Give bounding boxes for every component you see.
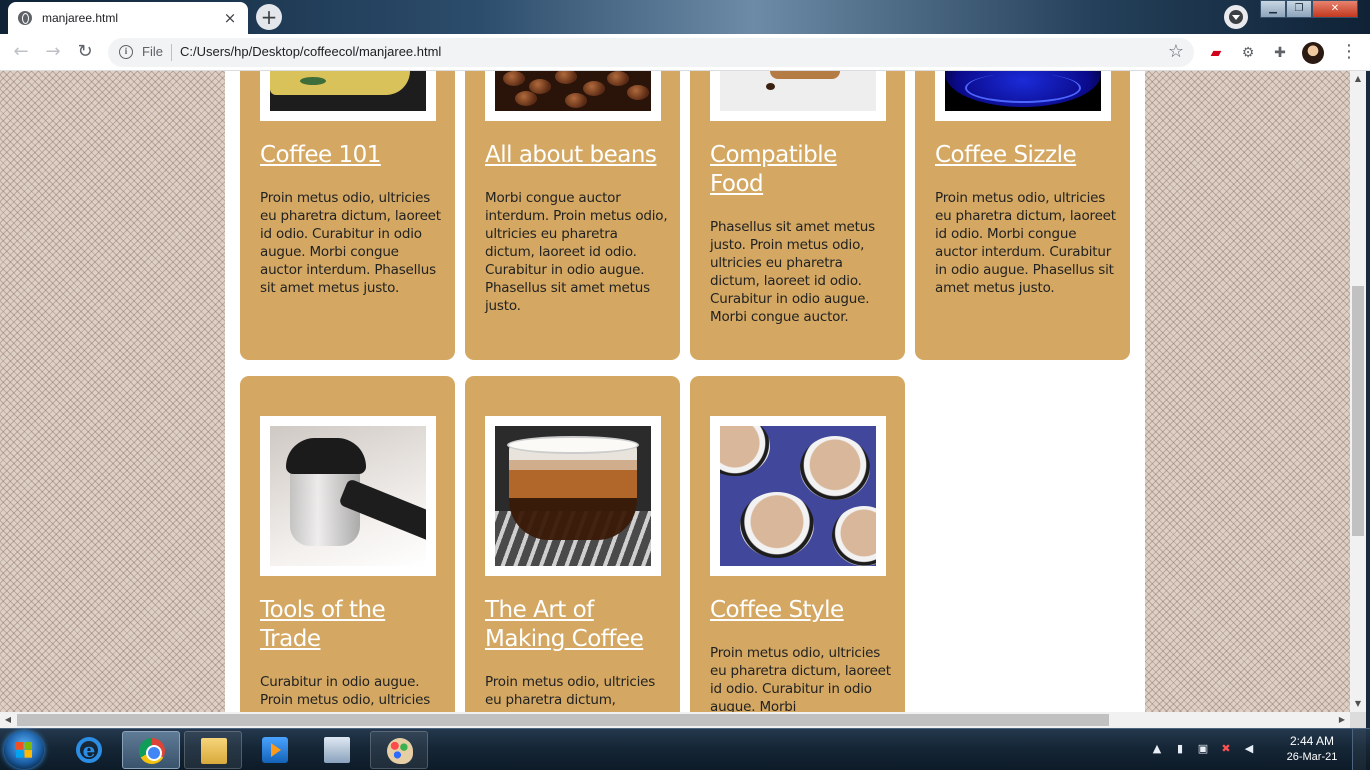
tab-title: manjaree.html <box>42 11 119 25</box>
restore-button[interactable]: ❐ <box>1286 0 1312 18</box>
reload-button[interactable]: ↻ <box>72 40 98 66</box>
card-photo <box>710 71 886 121</box>
horizontal-scroll-thumb[interactable] <box>17 714 1109 726</box>
card-text: Proin metus odio, ultricies eu pharetra … <box>260 190 441 296</box>
card-compatible-food: Compatible Food Phasellus sit amet metus… <box>690 71 905 360</box>
scroll-down-arrow-icon[interactable]: ▼ <box>1350 696 1366 712</box>
browser-toolbar: ← → ↻ i File C:/Users/hp/Desktop/coffeec… <box>0 34 1370 71</box>
forward-button[interactable]: → <box>40 40 66 66</box>
card-coffee-sizzle: Coffee Sizzle Proin metus odio, ultricie… <box>915 71 1130 360</box>
info-icon[interactable]: i <box>119 45 133 59</box>
volume-icon[interactable]: ◀ <box>1242 741 1256 757</box>
card-text: Proin metus odio, ultricies eu pharetra … <box>710 645 891 712</box>
card-all-about-beans: All about beans Morbi congue auctor inte… <box>465 71 680 360</box>
card-title-link[interactable]: Coffee 101 <box>260 141 445 170</box>
clock[interactable]: 2:44 AM 26-Mar-21 <box>1280 733 1344 765</box>
espresso-glass-image <box>495 426 651 566</box>
content-column: Coffee 101 Proin metus odio, ultricies e… <box>225 71 1145 712</box>
profile-avatar[interactable] <box>1302 42 1324 64</box>
tab-search-button[interactable] <box>1224 5 1248 29</box>
network-icon[interactable]: ✖ <box>1219 741 1233 757</box>
system-tray: ▲ ▮ ▣ ✖ ◀ <box>1150 741 1256 757</box>
taskbar-internet-explorer[interactable]: e <box>60 731 118 769</box>
taskbar-file-explorer[interactable] <box>184 731 242 769</box>
taskbar: e ▲ ▮ ▣ ✖ ◀ 2:44 AM 26-Mar-21 <box>0 728 1370 770</box>
browser-tab[interactable]: manjaree.html × <box>8 2 248 34</box>
card-title-link[interactable]: Coffee Sizzle <box>935 141 1120 170</box>
card-title-link[interactable]: All about beans <box>485 141 670 170</box>
signal-icon[interactable]: ▮ <box>1173 741 1187 757</box>
striped-cups-image <box>720 426 876 566</box>
taskbar-chrome[interactable] <box>122 731 180 769</box>
card-text: Proin metus odio, ultricies eu pharetra … <box>935 190 1116 296</box>
taskbar-remote-desktop[interactable] <box>308 731 366 769</box>
card-title-link[interactable]: Coffee Style <box>710 596 895 625</box>
card-text: Proin metus odio, ultricies eu pharetra … <box>485 674 656 708</box>
taskbar-paint[interactable] <box>370 731 428 769</box>
browser-titlebar: manjaree.html × + ▁ ❐ ✕ <box>0 0 1370 34</box>
card-title-link[interactable]: The Art of Making Coffee <box>485 596 670 654</box>
globe-icon <box>18 11 32 25</box>
coffee-cup-image <box>270 71 426 111</box>
folder-icon <box>201 738 227 764</box>
card-text: Morbi congue auctor interdum. Proin metu… <box>485 190 668 314</box>
address-bar[interactable]: i File C:/Users/hp/Desktop/coffeecol/man… <box>108 38 1194 67</box>
card-photo <box>710 416 886 576</box>
card-title-link[interactable]: Tools of the Trade <box>260 596 445 654</box>
vertical-scrollbar[interactable]: ▲ ▼ <box>1350 71 1366 712</box>
page-viewport: Coffee 101 Proin metus odio, ultricies e… <box>0 71 1350 712</box>
card-photo <box>260 71 436 121</box>
card-photo <box>485 416 661 576</box>
card-photo <box>935 71 1111 121</box>
bookmark-star-icon[interactable]: ☆ <box>1168 41 1184 62</box>
paint-icon <box>387 738 413 764</box>
card-text: Curabitur in odio augue. Proin metus odi… <box>260 674 431 708</box>
internet-explorer-icon: e <box>76 737 102 763</box>
coffee-beans-image <box>495 71 651 111</box>
card-coffee-style: Coffee Style Proin metus odio, ultricies… <box>690 376 905 712</box>
extensions-puzzle-icon[interactable]: ✚ <box>1271 44 1289 62</box>
minimize-button[interactable]: ▁ <box>1260 0 1286 18</box>
horizontal-scrollbar[interactable]: ◀ ▶ <box>0 712 1350 728</box>
coffee-pot-image <box>270 426 426 566</box>
new-tab-button[interactable]: + <box>256 4 282 30</box>
media-player-icon <box>262 737 288 763</box>
scroll-left-arrow-icon[interactable]: ◀ <box>0 712 16 728</box>
scroll-right-arrow-icon[interactable]: ▶ <box>1334 712 1350 728</box>
card-coffee-101: Coffee 101 Proin metus odio, ultricies e… <box>240 71 455 360</box>
clock-time: 2:44 AM <box>1289 734 1335 748</box>
remote-desktop-icon <box>324 737 350 763</box>
show-desktop-button[interactable] <box>1352 729 1366 770</box>
extension-red-icon[interactable]: ▰ <box>1207 44 1225 62</box>
card-tools-of-the-trade: Tools of the Trade Curabitur in odio aug… <box>240 376 455 712</box>
clock-date: 26-Mar-21 <box>1286 751 1338 763</box>
address-separator <box>171 44 172 61</box>
chrome-icon <box>139 738 165 764</box>
url-text[interactable]: C:/Users/hp/Desktop/coffeecol/manjaree.h… <box>180 44 441 59</box>
extension-gear-icon[interactable]: ⚙ <box>1239 44 1257 62</box>
blue-cup-image <box>945 71 1101 111</box>
scrollbar-corner <box>1350 712 1366 728</box>
window-controls: ▁ ❐ ✕ <box>1260 0 1358 18</box>
card-photo <box>260 416 436 576</box>
scheme-label: File <box>142 44 163 59</box>
scroll-up-arrow-icon[interactable]: ▲ <box>1350 71 1366 87</box>
tab-close-button[interactable]: × <box>222 9 238 27</box>
taskbar-media-player[interactable] <box>246 731 304 769</box>
card-photo <box>485 71 661 121</box>
back-button[interactable]: ← <box>8 40 34 66</box>
show-hidden-icons-icon[interactable]: ▲ <box>1150 741 1164 757</box>
vertical-scroll-thumb[interactable] <box>1352 286 1364 536</box>
close-window-button[interactable]: ✕ <box>1312 0 1358 18</box>
card-text: Phasellus sit amet metus justo. Proin me… <box>710 219 875 325</box>
start-button[interactable] <box>4 731 44 769</box>
browser-menu-button[interactable]: ⋮ <box>1340 41 1358 63</box>
device-icon[interactable]: ▣ <box>1196 741 1210 757</box>
cookie-image <box>720 71 876 111</box>
card-title-link[interactable]: Compatible Food <box>710 141 895 199</box>
card-art-of-making-coffee: The Art of Making Coffee Proin metus odi… <box>465 376 680 712</box>
windows-logo-icon <box>16 742 32 758</box>
